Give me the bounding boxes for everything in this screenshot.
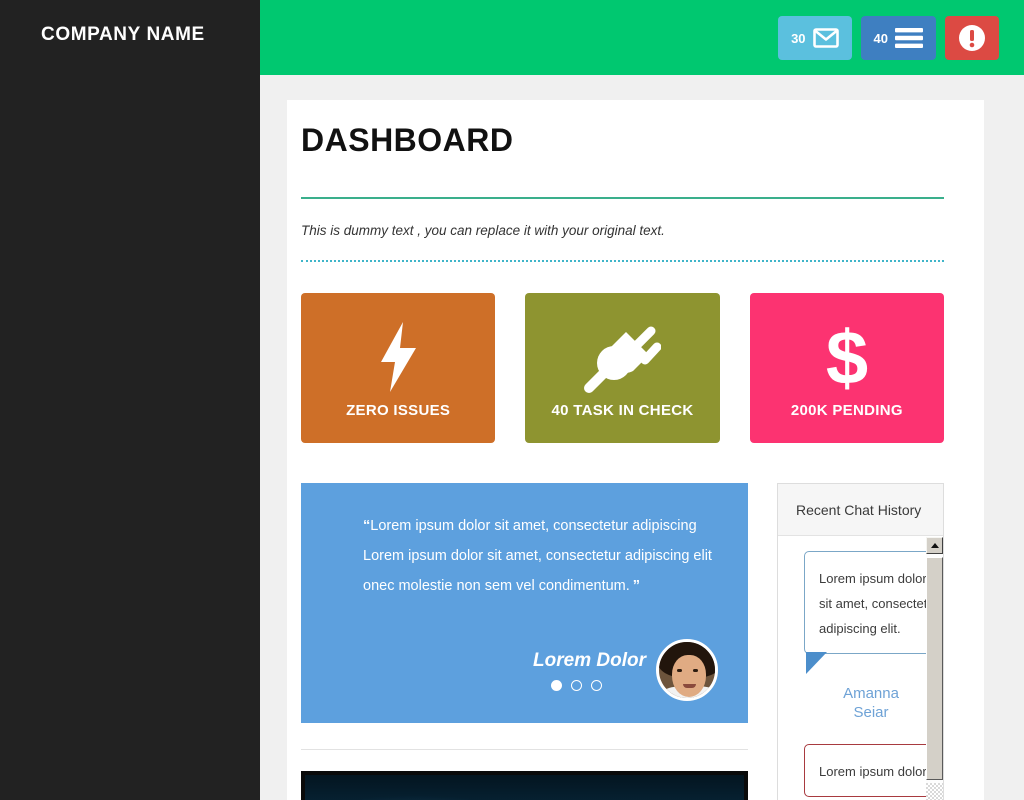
testimonial-card: “Lorem ipsum dolor sit amet, consectetur… xyxy=(301,483,748,723)
chat-bubble[interactable]: Lorem ipsum dolor sit amet, consectetur … xyxy=(804,551,926,674)
tasks-button[interactable]: 40 xyxy=(860,16,936,60)
lower-section: “Lorem ipsum dolor sit amet, consectetur… xyxy=(301,483,944,800)
avatar-face xyxy=(672,655,706,697)
scrollbar-track[interactable] xyxy=(926,783,943,800)
top-header-bar: 30 40 xyxy=(260,0,1024,75)
sidebar: COMPANY NAME xyxy=(0,0,260,800)
section-divider xyxy=(301,749,748,750)
carousel-dot-2[interactable] xyxy=(571,679,583,691)
avatar xyxy=(656,639,718,701)
quote-close-icon: ” xyxy=(632,578,640,594)
scrollbar-thumb[interactable] xyxy=(926,557,943,780)
chat-spacer xyxy=(804,722,916,744)
content-area: DASHBOARD This is dummy text , you can r… xyxy=(260,75,1024,800)
chat-panel-title: Recent Chat History xyxy=(778,484,943,536)
dashboard-page: COMPANY NAME 30 40 DASHBOARD This is dum… xyxy=(0,0,1024,800)
exclamation-circle-icon xyxy=(958,24,986,52)
messages-count: 30 xyxy=(791,30,806,46)
stat-card-label: ZERO ISSUES xyxy=(346,401,451,419)
testimonial-author-block: Lorem Dolor xyxy=(533,650,656,691)
tasks-count: 40 xyxy=(873,30,888,46)
chat-bubble-tail-icon xyxy=(806,652,827,674)
chat-author-name[interactable]: Amanna Seiar xyxy=(826,684,916,722)
chat-message-list: Lorem ipsum dolor sit amet, consectetur … xyxy=(778,537,926,800)
svg-text:$: $ xyxy=(826,318,868,396)
quote-open-icon: “ xyxy=(363,518,370,534)
chat-message-text: Lorem ipsum dolor sit amet, consectetur … xyxy=(819,571,926,636)
dotted-divider xyxy=(301,260,944,262)
title-underline xyxy=(301,197,944,199)
testimonial-text: “Lorem ipsum dolor sit amet, consectetur… xyxy=(363,511,718,601)
scroll-up-button[interactable] xyxy=(926,537,943,554)
avatar-eye-right xyxy=(693,669,698,672)
left-column: “Lorem ipsum dolor sit amet, consectetur… xyxy=(301,483,748,800)
page-card: DASHBOARD This is dummy text , you can r… xyxy=(287,100,984,800)
alerts-button[interactable] xyxy=(945,16,999,60)
chevron-up-icon xyxy=(930,543,939,548)
stat-card-label: 40 TASK IN CHECK xyxy=(551,401,694,419)
page-title: DASHBOARD xyxy=(301,122,514,158)
stat-card-pending[interactable]: $ 200K PENDING xyxy=(749,293,944,443)
stat-cards: ZERO ISSUES 40 TASK IN CHECK $ 200K PEND… xyxy=(301,293,944,443)
carousel-dot-3[interactable] xyxy=(591,679,603,691)
dollar-icon: $ xyxy=(820,318,874,396)
messages-button[interactable]: 30 xyxy=(778,16,852,60)
carousel-dot-1[interactable] xyxy=(551,679,563,691)
carousel-dots xyxy=(533,679,620,691)
bolt-icon xyxy=(373,318,423,396)
plug-icon xyxy=(583,318,662,396)
company-name-logo[interactable]: COMPANY NAME xyxy=(0,0,260,46)
testimonial-body: Lorem ipsum dolor sit amet, consectetur … xyxy=(363,518,712,594)
envelope-icon xyxy=(812,28,839,48)
page-subtitle: This is dummy text , you can replace it … xyxy=(301,223,665,238)
stat-card-label: 200K PENDING xyxy=(790,401,903,419)
header-actions: 30 40 xyxy=(778,16,999,60)
list-icon xyxy=(895,27,923,49)
recent-chat-history-panel: Recent Chat History Lorem ipsum dolor si… xyxy=(777,483,944,800)
chat-bubble[interactable]: Lorem ipsum dolor xyxy=(804,744,926,797)
stat-card-zero-issues[interactable]: ZERO ISSUES xyxy=(301,293,496,443)
avatar-mouth xyxy=(683,684,696,688)
avatar-eye-left xyxy=(677,669,682,672)
chat-scrollbar[interactable] xyxy=(926,537,943,800)
stat-card-tasks[interactable]: 40 TASK IN CHECK xyxy=(525,293,720,443)
testimonial-footer: Lorem Dolor xyxy=(533,639,718,701)
chat-message-text: Lorem ipsum dolor xyxy=(819,764,926,779)
media-preview-image[interactable] xyxy=(301,771,748,800)
testimonial-author: Lorem Dolor xyxy=(533,649,646,671)
